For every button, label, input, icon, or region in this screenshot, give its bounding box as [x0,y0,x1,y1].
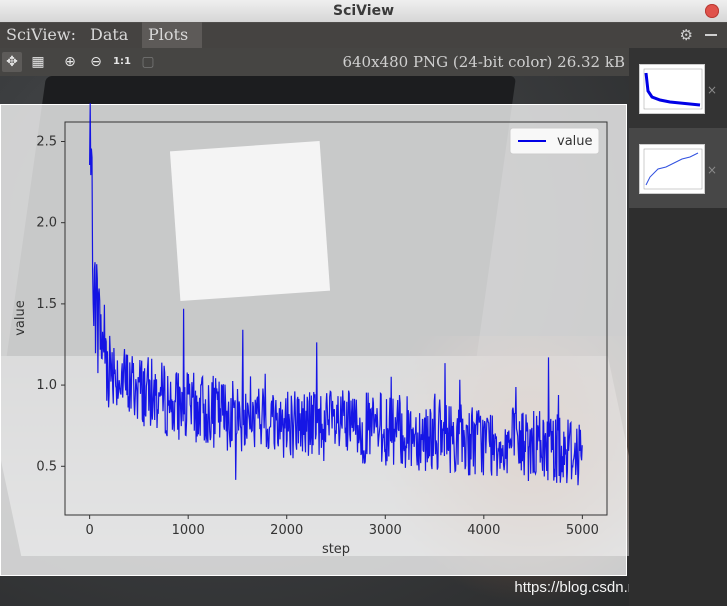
axis-ticks: 0 1000 2000 3000 4000 5000 0.5 1.0 1.5 2.0 2.5 [36,134,599,538]
gear-icon[interactable]: ⚙ [680,26,693,44]
x-tick-label: 5000 [566,523,599,538]
x-tick-label: 2000 [270,523,303,538]
thumbnail-panel: × × [629,48,727,606]
x-tick-label: 1000 [172,523,205,538]
plot-frame [64,121,608,516]
x-tick-label: 0 [85,523,93,538]
legend-label: value [557,134,593,149]
line-thumbnail[interactable] [639,144,705,194]
close-window-button[interactable] [705,4,719,18]
loss-thumbnail[interactable] [639,64,705,114]
y-tick-label: 1.0 [36,378,57,393]
thumbnail-item-2[interactable]: × [629,128,727,208]
y-axis-label: value [13,300,28,336]
y-tick-label: 1.5 [36,297,57,312]
minimize-icon[interactable] [705,34,717,36]
close-thumbnail-1-icon[interactable]: × [707,84,717,96]
legend: value [509,127,600,155]
close-thumbnail-2-icon[interactable]: × [707,164,717,176]
series-group [89,102,583,486]
x-tick-label: 4000 [467,523,500,538]
y-tick-label: 2.0 [36,216,57,231]
chart-svg: 0 1000 2000 3000 4000 5000 0.5 1.0 1.5 2.0 2.5 ste… [13,102,608,557]
line-thumbnail-image [643,148,703,190]
y-tick-label: 2.5 [36,134,57,149]
series-line-value [89,102,583,486]
x-tick-label: 3000 [369,523,402,538]
thumbnail-item-1[interactable]: × [629,48,727,128]
y-tick-label: 0.5 [36,459,57,474]
x-axis-label: step [322,542,350,557]
loss-thumbnail-image [643,68,703,110]
